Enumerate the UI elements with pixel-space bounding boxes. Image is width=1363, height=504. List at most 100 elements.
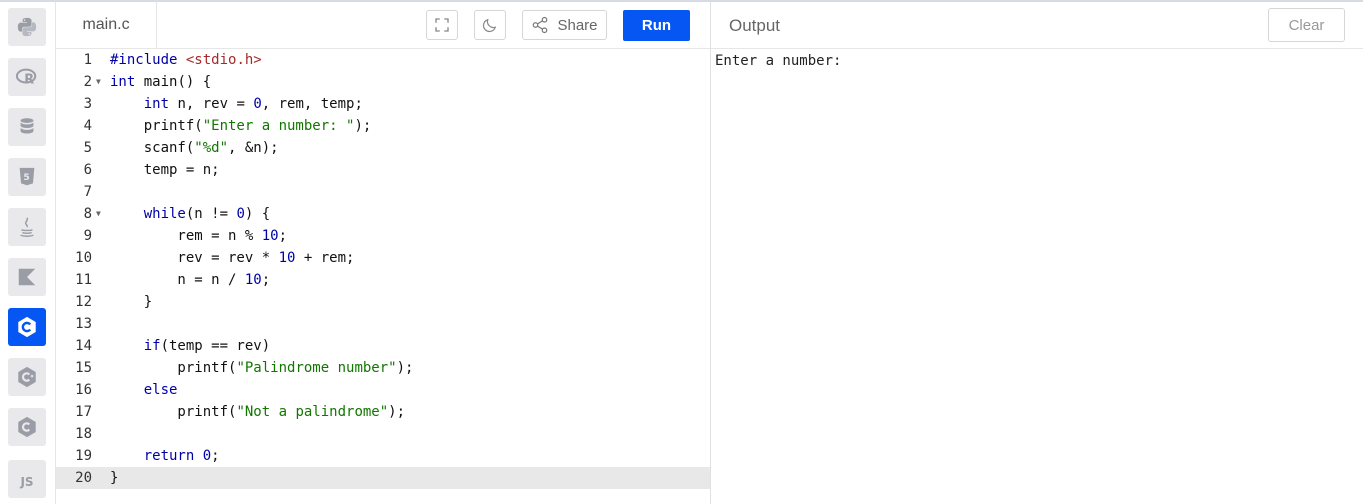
code-text: } xyxy=(110,470,119,486)
fold-arrow-icon[interactable]: ▼ xyxy=(96,203,101,225)
cpp-icon xyxy=(18,366,36,388)
code-line[interactable]: 3 int n, rev = 0, rem, temp; xyxy=(56,93,710,115)
clear-button[interactable]: Clear xyxy=(1268,8,1345,42)
database-icon xyxy=(20,118,34,134)
output-title: Output xyxy=(729,16,781,35)
r-button[interactable]: R xyxy=(8,58,46,96)
code-text: int main() { xyxy=(110,74,212,90)
file-tab[interactable]: main.c xyxy=(56,2,157,48)
html5-icon: 5 xyxy=(19,167,35,186)
csharp-icon xyxy=(18,416,36,438)
js-icon: JS xyxy=(20,475,34,489)
code-text: printf("Enter a number: "); xyxy=(110,118,372,134)
run-button[interactable]: Run xyxy=(623,10,690,41)
line-number: 13 xyxy=(75,316,92,332)
line-number: 3 xyxy=(83,96,92,112)
code-line[interactable]: 2 ▼ int main() { xyxy=(56,71,710,93)
file-tab-label: main.c xyxy=(82,16,130,33)
svg-text:R: R xyxy=(24,72,34,87)
html-button[interactable]: 5 xyxy=(8,158,46,196)
line-number: 1 xyxy=(83,52,92,68)
line-number: 7 xyxy=(83,184,92,200)
line-number: 19 xyxy=(75,448,92,464)
code-line[interactable]: 7 xyxy=(56,181,710,203)
code-text: scanf("%d", &n); xyxy=(110,140,279,156)
code-line[interactable]: 17 printf("Not a palindrome"); xyxy=(56,401,710,423)
code-line[interactable]: 9 rem = n % 10; xyxy=(56,225,710,247)
line-number: 9 xyxy=(83,228,92,244)
code-text: while(n != 0) { xyxy=(143,206,271,222)
line-number: 16 xyxy=(75,382,92,398)
r-icon: R xyxy=(16,68,37,87)
line-number: 4 xyxy=(83,118,92,134)
code-line[interactable]: 12 } xyxy=(56,291,710,313)
line-number: 17 xyxy=(75,404,92,420)
code-line[interactable]: 10 rev = rev * 10 + rem; xyxy=(56,247,710,269)
code-text: printf("Not a palindrome"); xyxy=(110,404,406,420)
code-text: return 0; xyxy=(143,448,220,464)
code-line[interactable]: 13 xyxy=(56,313,710,335)
share-label: Share xyxy=(557,16,598,34)
line-number: 8 xyxy=(83,206,92,222)
code-line[interactable]: 14 if(temp == rev) xyxy=(56,335,710,357)
svg-text:5: 5 xyxy=(23,172,29,183)
code-text: rem = n % 10; xyxy=(110,228,288,244)
code-text: #include <stdio.h> xyxy=(110,52,262,68)
code-text: rev = rev * 10 + rem; xyxy=(110,250,355,266)
code-line[interactable]: 1 #include <stdio.h> xyxy=(56,49,710,71)
kotlin-button[interactable] xyxy=(8,258,46,296)
java-button[interactable] xyxy=(8,208,46,246)
code-line[interactable]: 6 temp = n; xyxy=(56,159,710,181)
clear-label: Clear xyxy=(1288,16,1325,34)
code-line[interactable]: 5 scanf("%d", &n); xyxy=(56,137,710,159)
js-button[interactable]: JS xyxy=(8,460,46,498)
code-line[interactable]: 15 printf("Palindrome number"); xyxy=(56,357,710,379)
share-icon xyxy=(533,16,548,34)
code-line[interactable]: 11 n = n / 10; xyxy=(56,269,710,291)
fullscreen-button[interactable] xyxy=(426,10,458,40)
editor-header: main.c Share Run xyxy=(56,2,710,49)
language-sidebar: R 5 JS xyxy=(0,2,56,504)
fold-arrow-icon[interactable]: ▼ xyxy=(96,71,101,93)
line-number: 14 xyxy=(75,338,92,354)
csharp-button[interactable] xyxy=(8,408,46,446)
pane-divider[interactable] xyxy=(710,2,711,504)
line-number: 20 xyxy=(75,470,92,486)
code-line[interactable]: 4 printf("Enter a number: "); xyxy=(56,115,710,137)
output-console[interactable]: Enter a number: xyxy=(715,50,841,72)
python-button[interactable] xyxy=(8,8,46,46)
line-number: 2 xyxy=(83,74,92,90)
sql-button[interactable] xyxy=(8,108,46,146)
code-text: n = n / 10; xyxy=(110,272,271,288)
python-icon xyxy=(17,17,37,37)
code-editor[interactable]: 1 #include <stdio.h> 2 ▼ int main() {3 int n… xyxy=(56,49,710,504)
line-number: 6 xyxy=(83,162,92,178)
line-number: 11 xyxy=(75,272,92,288)
fullscreen-icon xyxy=(435,18,449,32)
java-icon xyxy=(20,217,34,238)
theme-toggle-button[interactable] xyxy=(474,10,506,40)
line-number: 5 xyxy=(83,140,92,156)
line-number: 10 xyxy=(75,250,92,266)
code-line[interactable]: 18 xyxy=(56,423,710,445)
output-header: Output Clear xyxy=(711,2,1363,49)
line-number: 18 xyxy=(75,426,92,442)
code-text: else xyxy=(143,382,178,398)
code-text: printf("Palindrome number"); xyxy=(110,360,414,376)
run-label: Run xyxy=(641,17,672,34)
cpp-button[interactable] xyxy=(8,358,46,396)
code-text: if(temp == rev) xyxy=(143,338,271,354)
kotlin-icon xyxy=(18,268,36,286)
share-button[interactable]: Share xyxy=(522,10,607,40)
code-line[interactable]: 16 else xyxy=(56,379,710,401)
line-number: 15 xyxy=(75,360,92,376)
line-number: 12 xyxy=(75,294,92,310)
code-line[interactable]: 19 return 0; xyxy=(56,445,710,467)
code-lines: 1 #include <stdio.h> 2 ▼ int main() {3 int n… xyxy=(56,49,710,489)
code-text: } xyxy=(110,294,153,310)
moon-icon xyxy=(482,18,497,33)
c-button[interactable] xyxy=(8,308,46,346)
code-line[interactable]: 20} xyxy=(56,467,710,489)
code-line[interactable]: 8 ▼ while(n != 0) { xyxy=(56,203,710,225)
code-text: int n, rev = 0, rem, temp; xyxy=(143,96,363,112)
